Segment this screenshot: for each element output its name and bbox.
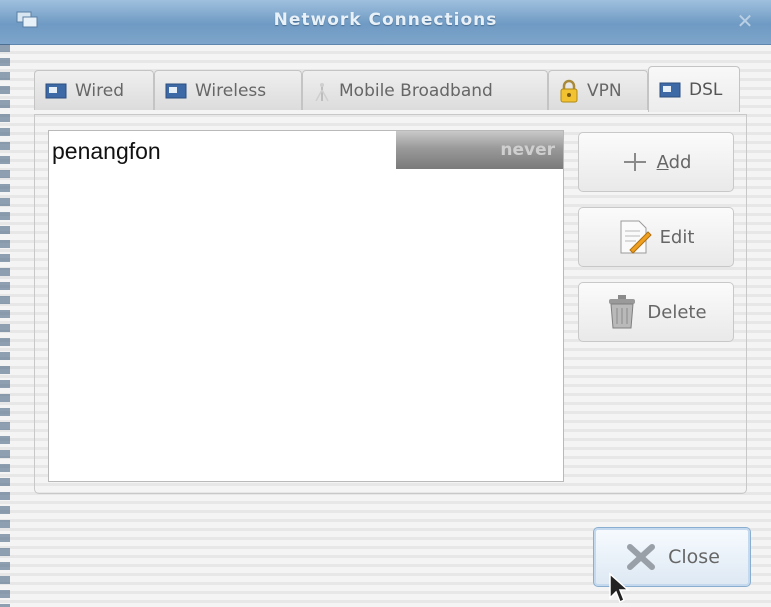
window-title: Network Connections (273, 10, 498, 30)
tab-wired[interactable]: Wired (34, 70, 154, 110)
connection-last-used: never (500, 140, 555, 160)
tab-label: Wireless (195, 80, 267, 101)
window-close-icon[interactable]: ✕ (733, 9, 757, 33)
window-frame-edge (0, 44, 10, 607)
tab-label: Mobile Broadband (339, 80, 493, 101)
dsl-network-icon (659, 82, 681, 97)
edit-icon (620, 220, 652, 254)
tab-label: Wired (75, 80, 125, 101)
padlock-icon (560, 79, 578, 102)
edit-button-label: Edit (659, 226, 695, 248)
wired-network-icon (45, 83, 67, 98)
antenna-icon (315, 82, 329, 101)
add-icon (623, 153, 646, 171)
trash-icon (609, 295, 636, 329)
tab-vpn[interactable]: VPN (548, 70, 648, 110)
edit-button[interactable]: Edit (578, 207, 734, 267)
close-button-label: Close (668, 546, 720, 568)
add-button[interactable]: Add (578, 132, 734, 192)
tab-label: VPN (587, 80, 622, 101)
tab-dsl[interactable]: DSL (648, 66, 740, 112)
close-x-icon (627, 544, 656, 570)
wireless-network-icon (165, 83, 187, 98)
tab-label: DSL (689, 79, 723, 100)
connection-list[interactable]: penangfon never (48, 130, 564, 482)
delete-button[interactable]: Delete (578, 282, 734, 342)
delete-button-label: Delete (647, 301, 707, 323)
table-row[interactable]: penangfon never (49, 131, 563, 169)
connection-name: penangfon (49, 131, 396, 169)
tab-wireless[interactable]: Wireless (154, 70, 302, 110)
tab-mobile-broadband[interactable]: Mobile Broadband (302, 70, 548, 110)
title-bar[interactable]: Network Connections ✕ (0, 0, 771, 45)
mouse-cursor-icon (609, 572, 630, 604)
add-button-label: Add (656, 151, 692, 173)
